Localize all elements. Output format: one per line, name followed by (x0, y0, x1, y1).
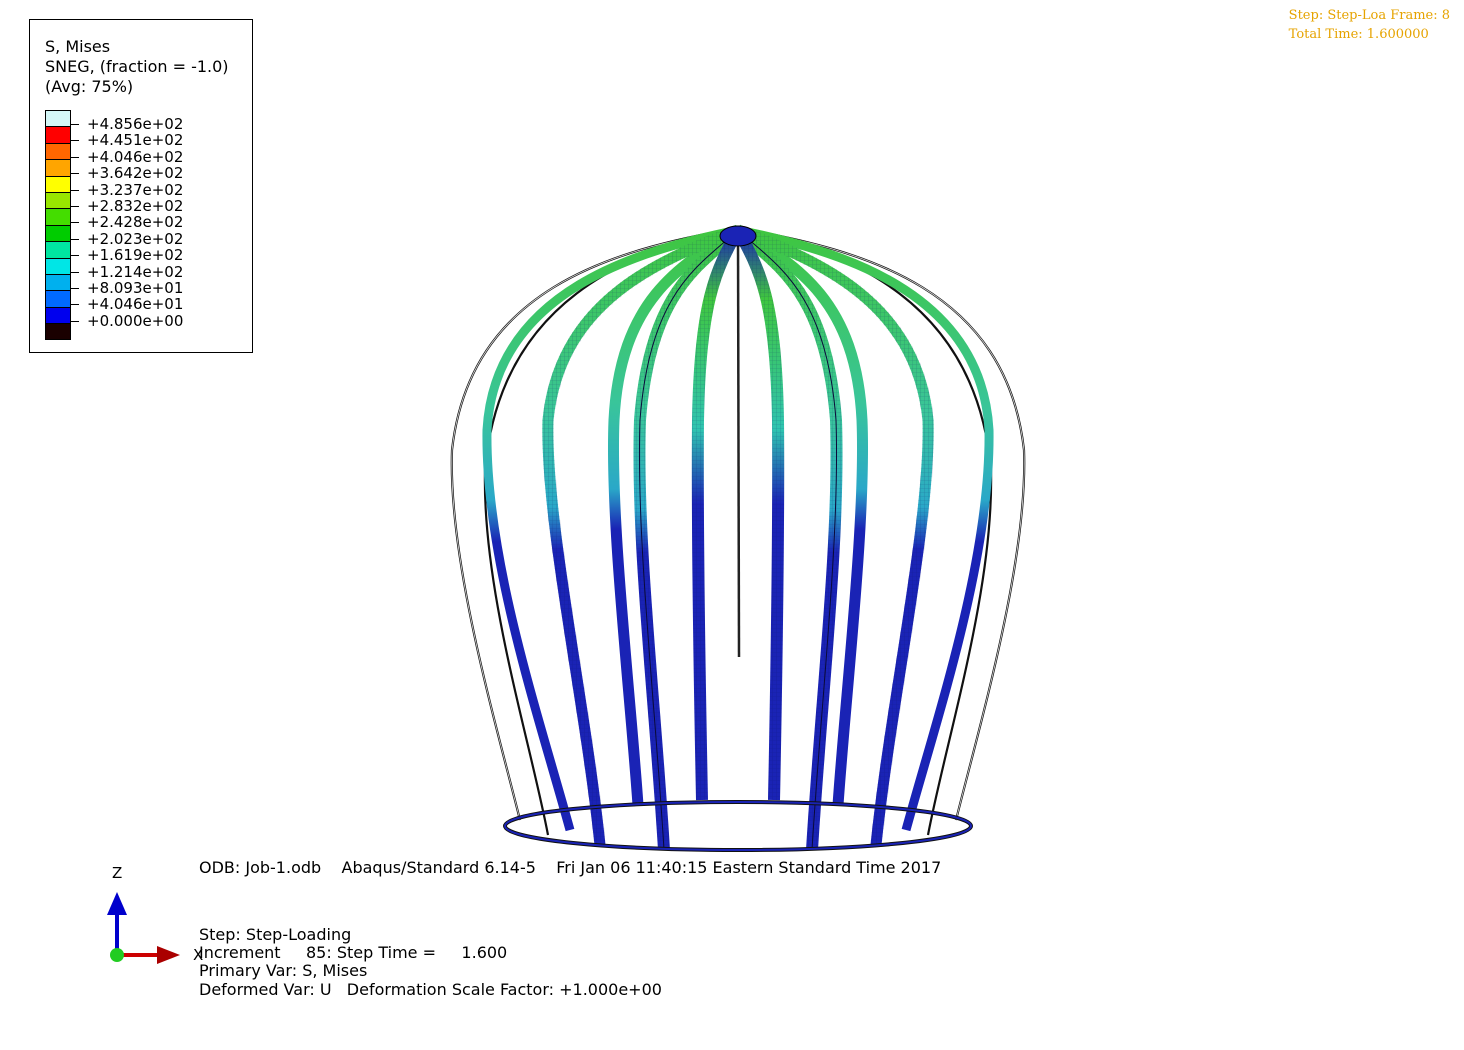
odb-file: ODB: Job-1.odb (199, 858, 322, 877)
primary-var: Primary Var: S, Mises (199, 961, 368, 980)
deformed-var: Deformed Var: U Deformation Scale Factor… (199, 980, 662, 999)
step-name: Step: Step-Loading (199, 925, 352, 944)
viewport[interactable]: S, Mises SNEG, (fraction = -1.0) (Avg: 7… (0, 0, 1464, 1050)
center-spindle (736, 231, 741, 658)
z-axis-label: Z (112, 864, 122, 882)
solver-version: Abaqus/Standard 6.14-5 (341, 858, 536, 877)
x-axis-arrow-icon (157, 946, 180, 964)
increment-info: Increment 85: Step Time = 1.600 (199, 943, 508, 962)
base-ring (503, 800, 973, 852)
y-axis-dot-icon (110, 948, 124, 962)
top-hub (719, 225, 757, 247)
odb-header-line: ODB: Job-1.odb Abaqus/Standard 6.14-5 Fr… (199, 859, 941, 877)
x-axis-label: X (193, 946, 203, 964)
deformed-model-view[interactable] (0, 0, 1464, 1050)
run-date: Fri Jan 06 11:40:15 Eastern Standard Tim… (556, 858, 942, 877)
axis-triad: Z X (107, 864, 203, 964)
z-axis-arrow-icon (107, 892, 127, 915)
